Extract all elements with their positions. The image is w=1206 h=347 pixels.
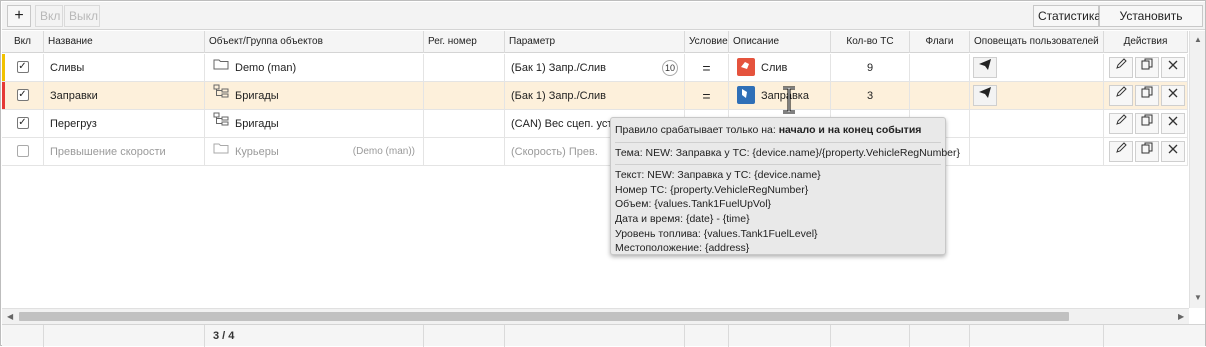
statistics-button[interactable]: Статистика <box>1033 5 1101 27</box>
parameter-badge: 10 <box>662 60 678 76</box>
enabled-checkbox[interactable]: ✓ <box>16 61 29 74</box>
object-name: Курьеры <box>235 146 279 158</box>
folder-icon <box>213 138 229 165</box>
enabled-checkbox[interactable] <box>16 145 29 158</box>
table-footer: 3 / 4 <box>2 324 1205 347</box>
col-enabled[interactable]: Вкл <box>2 31 44 53</box>
tooltip-line: Номер ТС: {property.VehicleRegNumber} <box>615 183 809 196</box>
copy-icon[interactable] <box>1135 85 1159 106</box>
close-icon[interactable] <box>1161 141 1185 162</box>
condition-value: = <box>685 54 729 82</box>
disable-button[interactable]: Выкл <box>64 5 100 27</box>
scroll-up-icon[interactable]: ▲ <box>1194 35 1202 44</box>
parameter-value: (Бак 1) Запр./Слив <box>505 82 685 110</box>
enabled-checkbox[interactable]: ✓ <box>16 117 29 130</box>
col-object[interactable]: Объект/Группа объектов <box>205 31 424 53</box>
flags <box>910 54 970 82</box>
reg-number <box>424 54 505 82</box>
col-name[interactable]: Название <box>44 31 205 53</box>
close-icon[interactable] <box>1161 57 1185 78</box>
rule-tooltip: Правило срабатывает только на: начало и … <box>610 117 961 255</box>
close-icon[interactable] <box>1161 85 1185 106</box>
send-icon[interactable] <box>973 85 997 106</box>
send-icon[interactable] <box>973 57 997 78</box>
enabled-checkbox[interactable]: ✓ <box>16 89 29 102</box>
tooltip-line: Уровень топлива: {values.Tank1FuelLevel} <box>615 227 818 240</box>
tooltip-line: Дата и время: {date} - {time} <box>615 212 750 225</box>
object-name: Бригады <box>235 118 279 130</box>
col-actions[interactable]: Действия <box>1104 31 1188 53</box>
copy-icon[interactable] <box>1135 141 1159 162</box>
horizontal-scrollbar[interactable]: ◀ ▶ <box>2 308 1189 324</box>
col-reg-number[interactable]: Рег. номер <box>424 31 505 53</box>
tooltip-line: Текст: NEW: Заправка у ТС: {device.name} <box>615 169 821 182</box>
col-parameter[interactable]: Параметр <box>505 31 685 53</box>
group-tree-icon <box>213 110 229 137</box>
reg-number <box>424 82 505 110</box>
table-row[interactable]: ✓ Перегруз Бригады (CAN) Вес сцеп. устр <box>2 110 1188 138</box>
object-parent: (Demo (man)) <box>352 146 415 157</box>
condition-value: = <box>685 82 729 110</box>
table-row[interactable]: Превышение скорости Курьеры (Demo (man))… <box>2 138 1188 166</box>
parameter-value: (Бак 1) Запр./Слив <box>511 62 607 74</box>
reg-number <box>424 110 505 138</box>
tooltip-subject: Тема: NEW: Заправка у ТС: {device.name}/… <box>615 146 961 159</box>
edit-icon[interactable] <box>1109 57 1133 78</box>
tooltip-line: Объем: {values.Tank1FuelUpVol} <box>615 198 772 211</box>
group-tree-icon <box>213 82 229 109</box>
scroll-left-icon[interactable]: ◀ <box>7 312 13 321</box>
scroll-down-icon[interactable]: ▼ <box>1194 293 1202 302</box>
folder-icon <box>213 54 229 81</box>
col-description[interactable]: Описание <box>729 31 831 53</box>
rule-name: Перегруз <box>44 110 205 138</box>
description-value: Слив <box>761 62 788 74</box>
col-notify[interactable]: Оповещать пользователей <box>970 31 1104 53</box>
horizontal-scroll-thumb[interactable] <box>19 312 1069 321</box>
tooltip-line: Местоположение: {address} <box>615 242 750 255</box>
tooltip-divider <box>615 141 941 143</box>
rule-name: Заправки <box>44 82 205 110</box>
edit-icon[interactable] <box>1109 85 1133 106</box>
flags <box>910 82 970 110</box>
toolbar: + Вкл Выкл Статистика Установить лимиты <box>2 2 1205 43</box>
copy-icon[interactable] <box>1135 113 1159 134</box>
rules-window: + Вкл Выкл Статистика Установить лимиты … <box>0 0 1206 347</box>
vehicle-count: 9 <box>831 54 910 82</box>
tooltip-trigger-label: Правило срабатывает только на: <box>615 124 776 136</box>
rule-name: Превышение скорости <box>44 138 205 166</box>
set-limits-button[interactable]: Установить лимиты <box>1099 5 1203 43</box>
close-icon[interactable] <box>1161 113 1185 134</box>
col-vehicle-count[interactable]: Кол-во ТС <box>831 31 910 53</box>
add-button[interactable]: + <box>7 5 31 27</box>
object-name: Бригады <box>235 90 279 102</box>
scroll-right-icon[interactable]: ▶ <box>1178 312 1184 321</box>
edit-icon[interactable] <box>1109 141 1133 162</box>
vertical-scrollbar[interactable]: ▲ ▼ <box>1189 31 1205 308</box>
col-condition[interactable]: Условие <box>685 31 729 53</box>
edit-icon[interactable] <box>1109 113 1133 134</box>
table-row[interactable]: ✓ Сливы Demo (man) (Бак 1) Запр./Слив 10… <box>2 54 1188 82</box>
fuel-refill-icon <box>737 86 755 105</box>
tooltip-divider <box>615 164 941 166</box>
reg-number <box>424 138 505 166</box>
copy-icon[interactable] <box>1135 57 1159 78</box>
text-cursor-icon <box>781 86 797 119</box>
vehicle-count: 3 <box>831 82 910 110</box>
col-flags[interactable]: Флаги <box>910 31 970 53</box>
tooltip-trigger-value: начало и на конец события <box>778 124 922 136</box>
row-count: 3 / 4 <box>213 330 235 342</box>
fuel-drain-icon <box>737 58 755 77</box>
table-row[interactable]: ✓ Заправки Бригады (Бак 1) Запр./Слив = … <box>2 82 1188 110</box>
enable-button[interactable]: Вкл <box>35 5 63 27</box>
object-name: Demo (man) <box>235 62 297 74</box>
table-header: Вкл Название Объект/Группа объектов Рег.… <box>2 31 1188 53</box>
rule-name: Сливы <box>44 54 205 82</box>
